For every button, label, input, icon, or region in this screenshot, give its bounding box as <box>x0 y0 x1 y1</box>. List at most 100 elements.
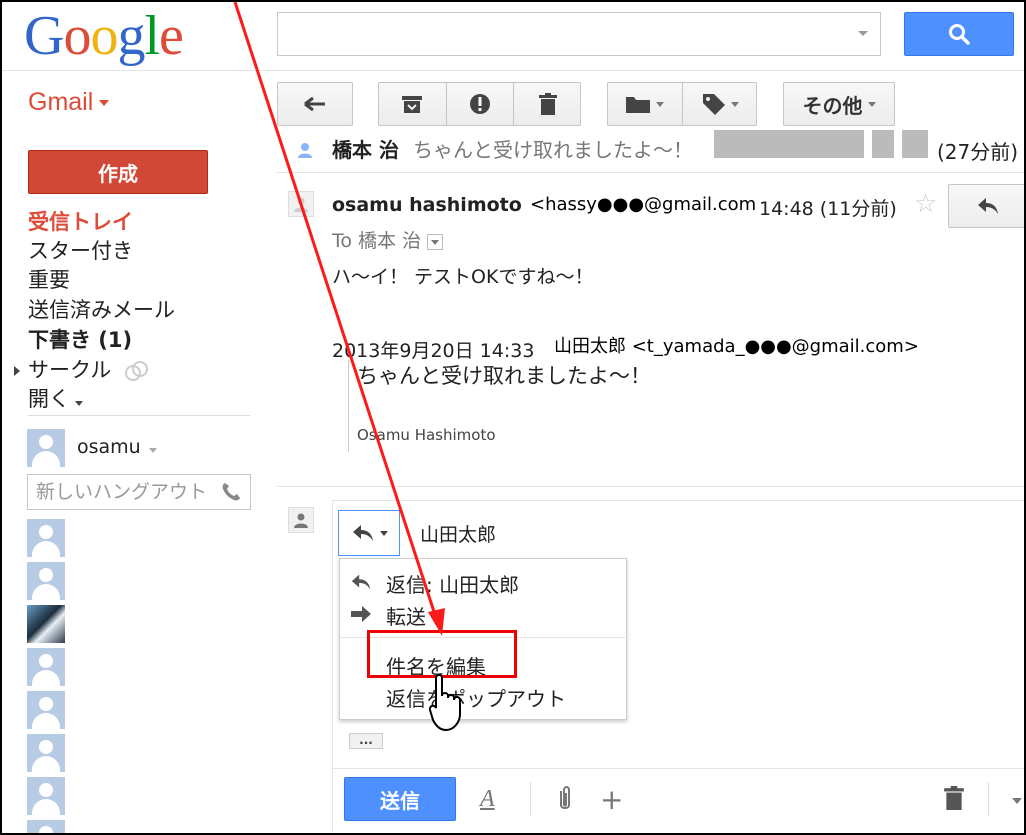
sender-avatar[interactable] <box>288 191 314 217</box>
compose-options-icon[interactable] <box>1012 798 1022 804</box>
new-hangout-input[interactable]: 新しいハングアウト <box>27 474 251 510</box>
compose-separator <box>530 782 531 816</box>
message-time: 14:48 (11分前) <box>759 198 897 220</box>
annotation-highlight-box <box>367 630 517 678</box>
insert-more-icon[interactable]: + <box>600 783 623 816</box>
back-arrow-icon <box>304 96 325 112</box>
folder-icon <box>626 97 650 113</box>
nav-more[interactable]: 開く <box>28 385 83 413</box>
star-icon[interactable]: ☆ <box>914 189 937 219</box>
attachment-icon[interactable] <box>556 785 574 813</box>
archive-button[interactable] <box>378 82 446 126</box>
search-button[interactable] <box>904 12 1014 56</box>
compose-button[interactable]: 作成 <box>28 150 208 194</box>
compose-separator <box>988 782 989 816</box>
sender-email: <hassy●●●@gmail.com <box>530 194 757 215</box>
archive-icon <box>402 96 422 113</box>
nav-divider <box>28 415 250 416</box>
avatar[interactable] <box>27 605 65 643</box>
reply-icon <box>351 574 371 590</box>
chevron-down-icon <box>656 101 664 107</box>
reply-button[interactable] <box>948 184 1024 228</box>
logo-letter: g <box>117 5 145 67</box>
logo-letter: e <box>159 5 184 67</box>
nav-drafts[interactable]: 下書き (1) <box>28 326 132 354</box>
nav-starred[interactable]: スター付き <box>28 237 133 265</box>
more-label: その他 <box>802 93 863 118</box>
trash-icon[interactable] <box>944 786 964 810</box>
quote-header: 2013年9月20日 14:33 <box>332 340 535 362</box>
redacted-block <box>902 130 928 158</box>
avatar[interactable] <box>27 648 65 686</box>
sender-name[interactable]: osamu hashimoto <box>332 194 522 216</box>
expand-arrow-icon[interactable] <box>14 366 20 376</box>
google-logo[interactable]: Google <box>24 4 184 68</box>
recipient-line: To 橋本 治 <box>332 226 444 253</box>
chevron-down-icon <box>75 401 83 406</box>
chevron-down-icon <box>99 100 110 107</box>
logo-letter: l <box>144 5 160 67</box>
collapsed-snippet: ちゃんと受け取れましたよ～！ <box>412 138 693 162</box>
phone-icon[interactable] <box>220 481 242 503</box>
chevron-down-icon <box>148 448 157 453</box>
chevron-down-icon <box>867 101 876 107</box>
person-icon <box>292 137 318 163</box>
quote-bar <box>348 360 349 452</box>
nav-more-label: 開く <box>28 387 70 411</box>
avatar[interactable] <box>27 519 65 557</box>
logo-letter: o <box>63 5 91 67</box>
show-details-icon[interactable] <box>427 233 444 250</box>
avatar[interactable] <box>27 777 65 815</box>
nav-circles[interactable]: サークル <box>28 356 150 384</box>
show-trimmed-button[interactable]: ... <box>349 733 383 749</box>
redacted-block <box>872 130 894 158</box>
more-button[interactable]: その他 <box>783 82 895 126</box>
redacted-block <box>714 130 864 158</box>
nav-important[interactable]: 重要 <box>28 266 70 294</box>
reply-icon <box>352 525 373 541</box>
avatar[interactable] <box>27 734 65 772</box>
collapsed-message[interactable]: 橋本 治ちゃんと受け取れましたよ～！ <box>332 134 693 163</box>
avatar[interactable] <box>27 562 65 600</box>
nav-circles-label: サークル <box>28 358 112 382</box>
send-button[interactable]: 送信 <box>344 777 456 821</box>
menu-item-reply[interactable]: 返信: 山田太郎 <box>386 569 519 598</box>
delete-button[interactable] <box>514 82 581 126</box>
hangout-placeholder: 新しいハングアウト <box>36 481 208 503</box>
search-icon <box>949 24 970 45</box>
avatar[interactable] <box>27 820 65 833</box>
my-avatar <box>288 507 314 533</box>
screenshot-frame: Google Gmail その他 作成 受信トレイ スター付き 重要 送信済みメ… <box>0 0 1026 835</box>
gmail-label: Gmail <box>28 88 94 116</box>
reply-type-button[interactable] <box>338 510 400 556</box>
menu-item-forward[interactable]: 転送 <box>386 601 426 630</box>
move-to-button[interactable] <box>607 82 682 126</box>
back-button[interactable] <box>277 82 353 126</box>
quote-body: ちゃんと受け取れましたよ～！ <box>357 364 651 388</box>
report-spam-button[interactable] <box>447 82 513 126</box>
labels-button[interactable] <box>683 82 757 126</box>
logo-letter: G <box>24 5 64 67</box>
avatar[interactable] <box>27 691 65 729</box>
trash-icon <box>538 93 557 115</box>
menu-item-popout[interactable]: 返信をポップアウト <box>386 683 566 712</box>
nav-sent[interactable]: 送信済みメール <box>28 296 175 324</box>
tag-icon <box>702 94 725 115</box>
message-body: ハ～イ！ テストOKですね～！ <box>332 266 594 288</box>
quote-signature: Osamu Hashimoto <box>357 426 496 444</box>
header-divider <box>2 70 1024 71</box>
formatting-icon[interactable]: A <box>480 786 495 813</box>
gmail-menu[interactable]: Gmail <box>28 88 110 117</box>
circles-icon <box>125 361 149 381</box>
nav-inbox[interactable]: 受信トレイ <box>28 208 133 236</box>
recipient-field[interactable]: 山田太郎 <box>420 520 496 547</box>
chat-user-name[interactable]: osamu <box>77 436 157 458</box>
search-options-icon[interactable] <box>858 31 868 36</box>
avatar[interactable] <box>27 429 65 467</box>
collapsed-time: (27分前) <box>937 140 1019 164</box>
search-input[interactable] <box>277 12 881 56</box>
forward-icon <box>351 606 371 622</box>
message-divider <box>277 172 1024 173</box>
chevron-down-icon <box>379 530 388 536</box>
quote-from: 山田太郎 <t_yamada_●●●@gmail.com> <box>554 336 919 357</box>
